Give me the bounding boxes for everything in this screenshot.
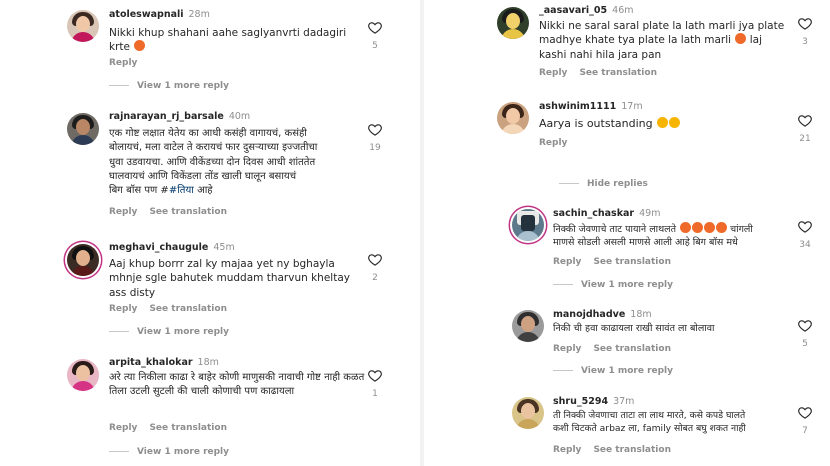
see-translation-button[interactable]: See translation xyxy=(593,257,671,267)
hashtag-link[interactable]: #तिया xyxy=(169,185,194,196)
comment-actions: Reply See translation xyxy=(553,257,683,267)
like-count: 2 xyxy=(372,273,378,283)
view-more-replies-button[interactable]: View 1 more reply xyxy=(109,81,229,91)
comment-actions: Reply See translation xyxy=(539,68,669,78)
comment-username[interactable]: shru_5294 37m xyxy=(553,396,634,407)
view-more-replies-button[interactable]: View 1 more reply xyxy=(109,327,229,337)
view-more-replies-button[interactable]: View 1 more reply xyxy=(553,280,673,290)
angry-emoji-icon xyxy=(692,222,704,233)
heart-icon[interactable] xyxy=(797,16,813,31)
angry-emoji-icon xyxy=(704,222,716,233)
reply-button[interactable]: Reply xyxy=(539,68,567,78)
clap-emoji-icon xyxy=(657,117,669,128)
reply-button[interactable]: Reply xyxy=(553,445,581,455)
avatar[interactable] xyxy=(512,209,544,241)
comment-text: निकी ची हवा काढायला राखी सावंत ला बोलावा xyxy=(553,323,715,334)
reply-button[interactable]: Reply xyxy=(109,207,137,217)
view-more-replies-button[interactable]: View 1 more reply xyxy=(109,447,229,457)
reply-button[interactable]: Reply xyxy=(553,257,581,267)
avatar[interactable] xyxy=(497,102,529,134)
heart-icon[interactable] xyxy=(797,318,813,333)
like-count: 5 xyxy=(802,339,808,349)
comment-username[interactable]: _aasavari_05 46m xyxy=(539,5,634,16)
comment-actions: Reply See translation xyxy=(109,423,239,433)
comment-text: एक गोष्ट लक्षात येतेय का आधी कसंही वागाय… xyxy=(109,128,318,197)
avatar[interactable] xyxy=(67,113,99,145)
like-count: 5 xyxy=(372,41,378,51)
reply-button[interactable]: Reply xyxy=(109,423,137,433)
reply-button[interactable]: Reply xyxy=(109,58,137,68)
comment-actions: Reply See translation xyxy=(553,344,683,354)
see-translation-button[interactable]: See translation xyxy=(149,423,227,433)
see-translation-button[interactable]: See translation xyxy=(579,68,657,78)
comment-username[interactable]: manojdhadve 18m xyxy=(553,309,652,320)
comment-text: Nikki khup shahani aahe saglyanvrti dada… xyxy=(109,27,347,54)
angry-emoji-icon xyxy=(680,222,692,233)
comment-text: निक्की जेवणाचे ताट पायाने लाथलते चांगली … xyxy=(553,222,753,248)
heart-icon[interactable] xyxy=(797,405,813,420)
like-count: 21 xyxy=(799,134,811,144)
see-translation-button[interactable]: See translation xyxy=(149,207,227,217)
avatar[interactable] xyxy=(512,397,544,429)
angry-emoji-icon xyxy=(735,33,747,45)
comment-username[interactable]: rajnarayan_rj_barsale 40m xyxy=(109,111,250,122)
reply-button[interactable]: Reply xyxy=(109,304,137,314)
hide-replies-button[interactable]: Hide replies xyxy=(559,179,648,189)
see-translation-button[interactable]: See translation xyxy=(593,344,671,354)
comment-actions: Reply See translation xyxy=(109,304,239,314)
comment-text: Aaj khup borrr zal ky majaa yet ny bghay… xyxy=(109,258,350,299)
reply-button[interactable]: Reply xyxy=(539,138,567,148)
comment-text: अरे त्या निकीला काढा रे बाहेर कोणी माणुस… xyxy=(109,372,365,398)
avatar[interactable] xyxy=(512,310,544,342)
view-more-replies-button[interactable]: View 1 more reply xyxy=(553,366,673,376)
like-count: 3 xyxy=(802,37,808,47)
heart-icon[interactable] xyxy=(797,113,813,128)
angry-emoji-icon xyxy=(134,40,146,52)
like-count: 34 xyxy=(799,240,811,250)
like-count: 7 xyxy=(802,426,808,436)
avatar[interactable] xyxy=(67,244,99,276)
like-count: 19 xyxy=(369,143,381,153)
heart-icon[interactable] xyxy=(367,368,383,383)
comment-username[interactable]: ashwinim1111 17m xyxy=(539,101,643,112)
comment-text: ती निक्की जेवणाचा ताटा ला लाथ मारते, कसे… xyxy=(553,410,746,434)
comment-username[interactable]: sachin_chaskar 49m xyxy=(553,208,660,219)
comment-text: Nikki ne saral saral plate la lath marli… xyxy=(539,20,785,61)
reply-button[interactable]: Reply xyxy=(553,344,581,354)
comment-actions: Reply xyxy=(539,138,579,148)
avatar[interactable] xyxy=(67,10,99,42)
heart-icon[interactable] xyxy=(367,122,383,137)
comment-actions: Reply See translation xyxy=(109,207,239,217)
comment-actions: Reply See translation xyxy=(553,445,683,455)
heart-icon[interactable] xyxy=(367,252,383,267)
comments-column-right: _aasavari_05 46m Nikki ne saral saral pla… xyxy=(420,0,830,466)
angry-emoji-icon xyxy=(716,222,728,233)
like-count: 1 xyxy=(372,389,378,399)
comment-actions: Reply xyxy=(109,58,149,68)
comment-username[interactable]: meghavi_chaugule 45m xyxy=(109,242,235,253)
heart-icon[interactable] xyxy=(797,219,813,234)
see-translation-button[interactable]: See translation xyxy=(149,304,227,314)
comment-username[interactable]: arpita_khalokar 18m xyxy=(109,357,219,368)
heart-icon[interactable] xyxy=(367,20,383,35)
comments-column-left: atoleswapnali 28m Nikki khup shahani aahe… xyxy=(0,0,415,466)
comment-username[interactable]: atoleswapnali 28m xyxy=(109,9,210,20)
clap-emoji-icon xyxy=(669,117,681,128)
avatar[interactable] xyxy=(67,359,99,391)
avatar[interactable] xyxy=(497,7,529,39)
see-translation-button[interactable]: See translation xyxy=(593,445,671,455)
comment-text: Aarya is outstanding xyxy=(539,117,789,131)
